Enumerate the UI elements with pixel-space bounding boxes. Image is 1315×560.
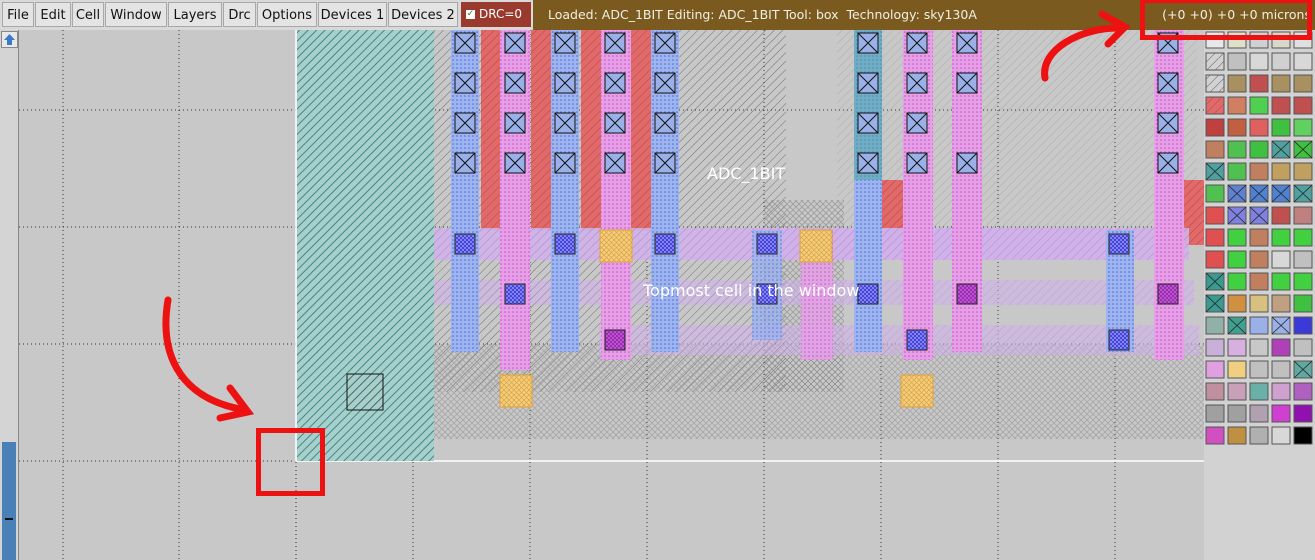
annotation-arrows (162, 10, 1131, 422)
annotation-arrow-top-icon (1041, 24, 1122, 82)
